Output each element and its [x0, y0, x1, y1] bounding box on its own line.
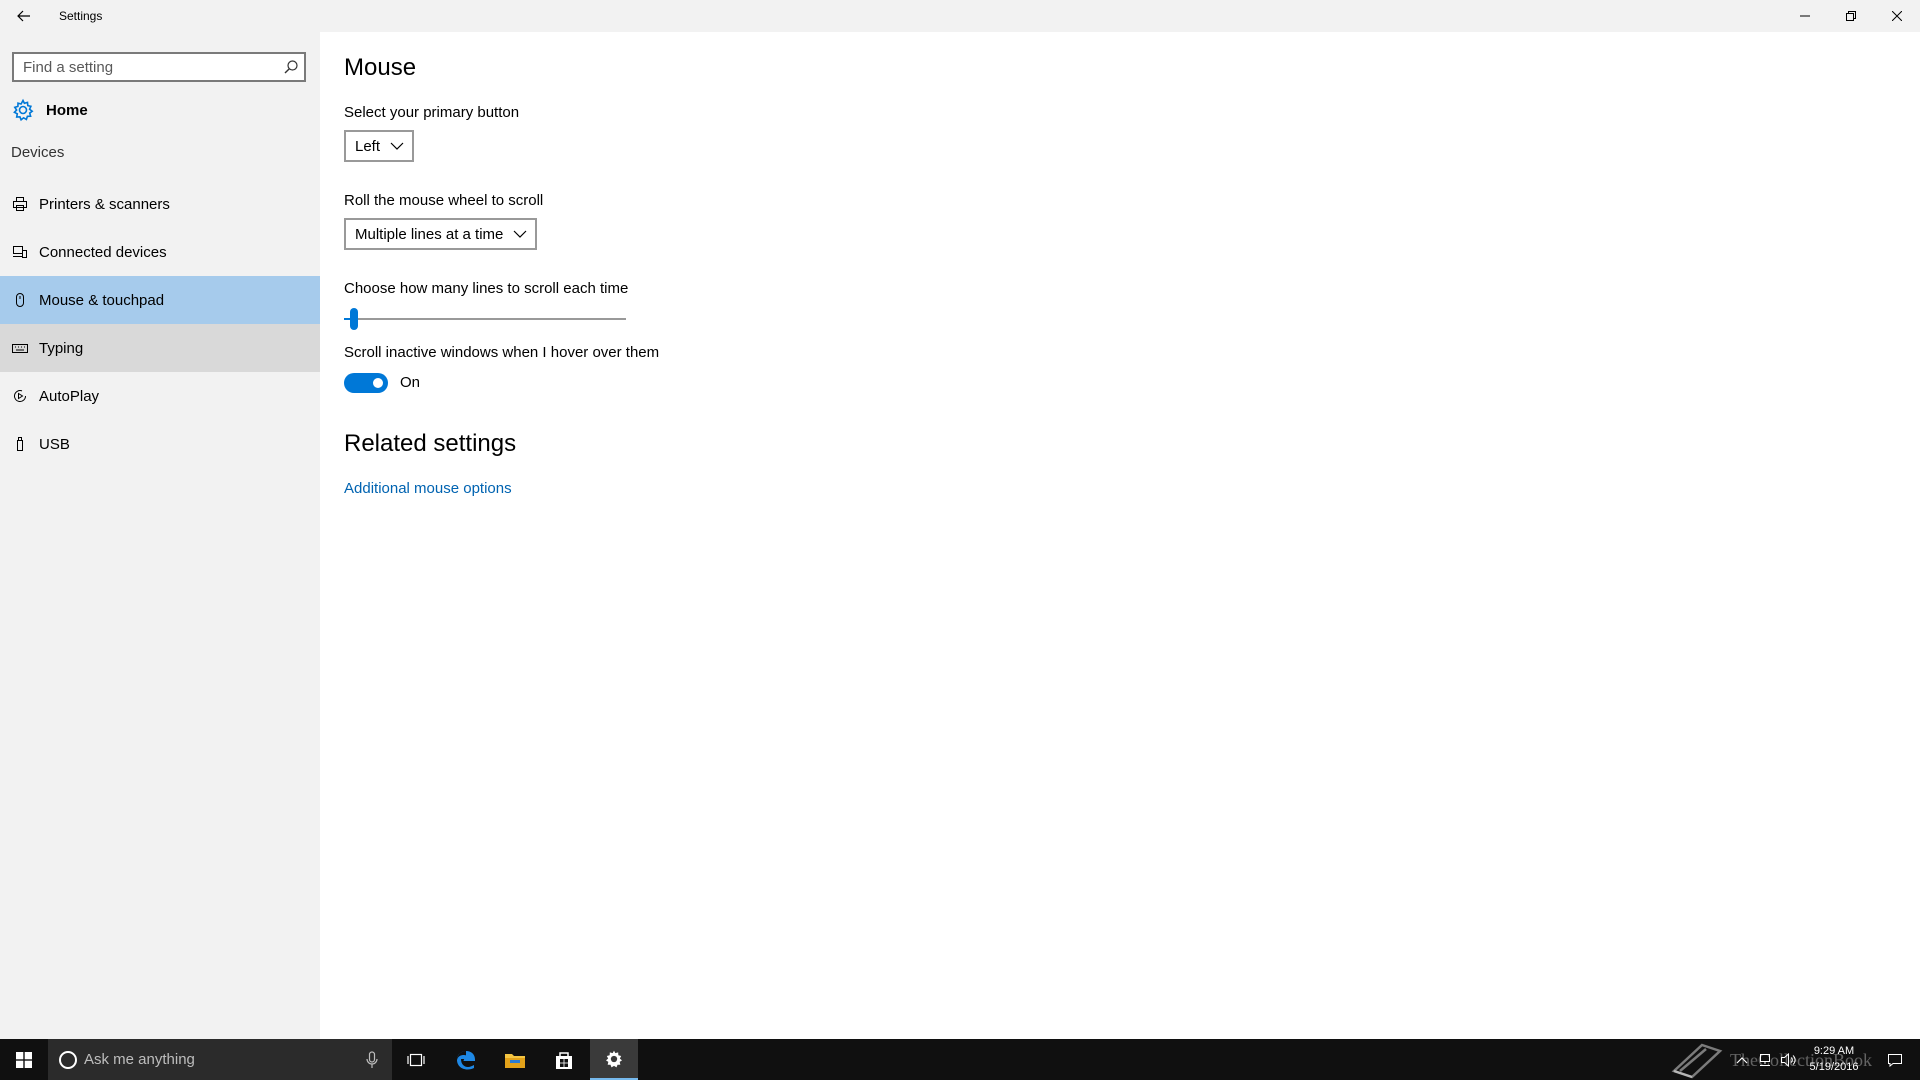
windows-logo-icon	[16, 1051, 32, 1068]
title-bar: Settings	[0, 0, 1920, 32]
page-title: Mouse	[344, 54, 417, 81]
folder-icon	[505, 1053, 525, 1068]
keyboard-icon	[12, 340, 28, 356]
slider-thumb[interactable]	[349, 308, 358, 330]
gear-icon	[606, 1050, 622, 1067]
edge-button[interactable]	[442, 1039, 490, 1080]
microphone-icon[interactable]	[364, 1051, 380, 1069]
wheel-scroll-label: Roll the mouse wheel to scroll	[344, 192, 544, 209]
taskbar: Ask me anything TheCollectionBook 9:29 A…	[0, 1039, 1920, 1080]
task-view-button[interactable]	[392, 1039, 440, 1080]
home-label: Home	[46, 101, 88, 119]
additional-mouse-options-link[interactable]: Additional mouse options	[344, 480, 512, 497]
search-icon[interactable]	[282, 58, 300, 76]
start-button[interactable]	[0, 1039, 48, 1080]
cortana-icon	[59, 1051, 77, 1069]
main-content: Mouse Select your primary button Left Ro…	[320, 32, 1920, 1039]
settings-taskbar-button[interactable]	[590, 1039, 638, 1080]
sidebar-item-autoplay[interactable]: AutoPlay	[0, 372, 320, 420]
store-icon	[556, 1051, 572, 1069]
autoplay-icon	[12, 388, 28, 404]
notification-icon	[1888, 1053, 1902, 1067]
chevron-down-icon	[513, 227, 527, 241]
action-center-button[interactable]	[1880, 1039, 1910, 1080]
minimize-button[interactable]	[1782, 0, 1828, 32]
toggle-knob	[373, 378, 383, 388]
store-button[interactable]	[540, 1039, 588, 1080]
sidebar: Home Devices Printers & scanners Connect…	[0, 32, 320, 1039]
sidebar-item-label: Typing	[39, 339, 84, 357]
minimize-icon	[1800, 15, 1810, 17]
task-view-icon	[407, 1053, 425, 1066]
sidebar-item-printers-scanners[interactable]: Printers & scanners	[0, 180, 320, 228]
taskbar-clock[interactable]: 9:29 AM 5/19/2016	[1792, 1043, 1876, 1075]
network-button[interactable]	[1754, 1039, 1776, 1080]
wheel-scroll-value: Multiple lines at a time	[355, 225, 504, 243]
clock-date: 5/19/2016	[1809, 1061, 1859, 1073]
primary-button-dropdown[interactable]: Left	[344, 130, 415, 162]
mouse-icon	[12, 292, 28, 308]
scroll-inactive-label: Scroll inactive windows when I hover ove…	[344, 344, 660, 361]
find-setting-box[interactable]	[12, 52, 306, 82]
book-logo-icon	[1671, 1043, 1723, 1079]
file-explorer-button[interactable]	[491, 1039, 539, 1080]
edge-icon	[457, 1050, 475, 1069]
sidebar-item-label: Printers & scanners	[39, 195, 170, 213]
close-icon	[1892, 11, 1902, 21]
back-button[interactable]	[8, 0, 40, 32]
close-button[interactable]	[1874, 0, 1920, 32]
window-title: Settings	[59, 9, 103, 23]
sidebar-item-label: AutoPlay	[39, 387, 100, 405]
sidebar-item-usb[interactable]: USB	[0, 420, 320, 468]
chevron-up-icon	[1736, 1056, 1748, 1063]
restore-button[interactable]	[1828, 0, 1874, 32]
clock-time: 9:29 AM	[1813, 1045, 1855, 1057]
section-label-devices: Devices	[11, 144, 65, 161]
sidebar-item-label: Mouse & touchpad	[39, 291, 165, 309]
chevron-down-icon	[390, 139, 404, 153]
primary-button-value: Left	[355, 137, 381, 155]
home-nav[interactable]: Home	[0, 90, 320, 130]
printer-icon	[12, 196, 28, 212]
restore-icon	[1846, 11, 1856, 21]
back-arrow-icon	[17, 10, 30, 22]
tray-chevron-button[interactable]	[1732, 1039, 1752, 1080]
slider-track[interactable]	[344, 318, 626, 320]
usb-icon	[12, 436, 28, 452]
sidebar-item-typing[interactable]: Typing	[0, 324, 320, 372]
network-icon	[1760, 1053, 1770, 1066]
cortana-placeholder: Ask me anything	[84, 1051, 195, 1068]
find-setting-input[interactable]	[23, 54, 273, 80]
wheel-scroll-dropdown[interactable]: Multiple lines at a time	[344, 218, 538, 250]
scroll-inactive-toggle[interactable]	[344, 373, 388, 393]
connected-devices-icon	[12, 244, 28, 260]
sidebar-item-connected-devices[interactable]: Connected devices	[0, 228, 320, 276]
toggle-state-label: On	[400, 374, 421, 391]
sidebar-item-label: Connected devices	[39, 243, 167, 261]
primary-button-label: Select your primary button	[344, 104, 520, 121]
sidebar-item-mouse-touchpad[interactable]: Mouse & touchpad	[0, 276, 320, 324]
sidebar-item-label: USB	[39, 435, 70, 453]
gear-icon	[13, 98, 34, 122]
cortana-search-box[interactable]: Ask me anything	[48, 1039, 392, 1080]
related-settings-heading: Related settings	[344, 430, 517, 457]
lines-to-scroll-label: Choose how many lines to scroll each tim…	[344, 280, 629, 297]
lines-to-scroll-slider[interactable]	[344, 304, 626, 334]
